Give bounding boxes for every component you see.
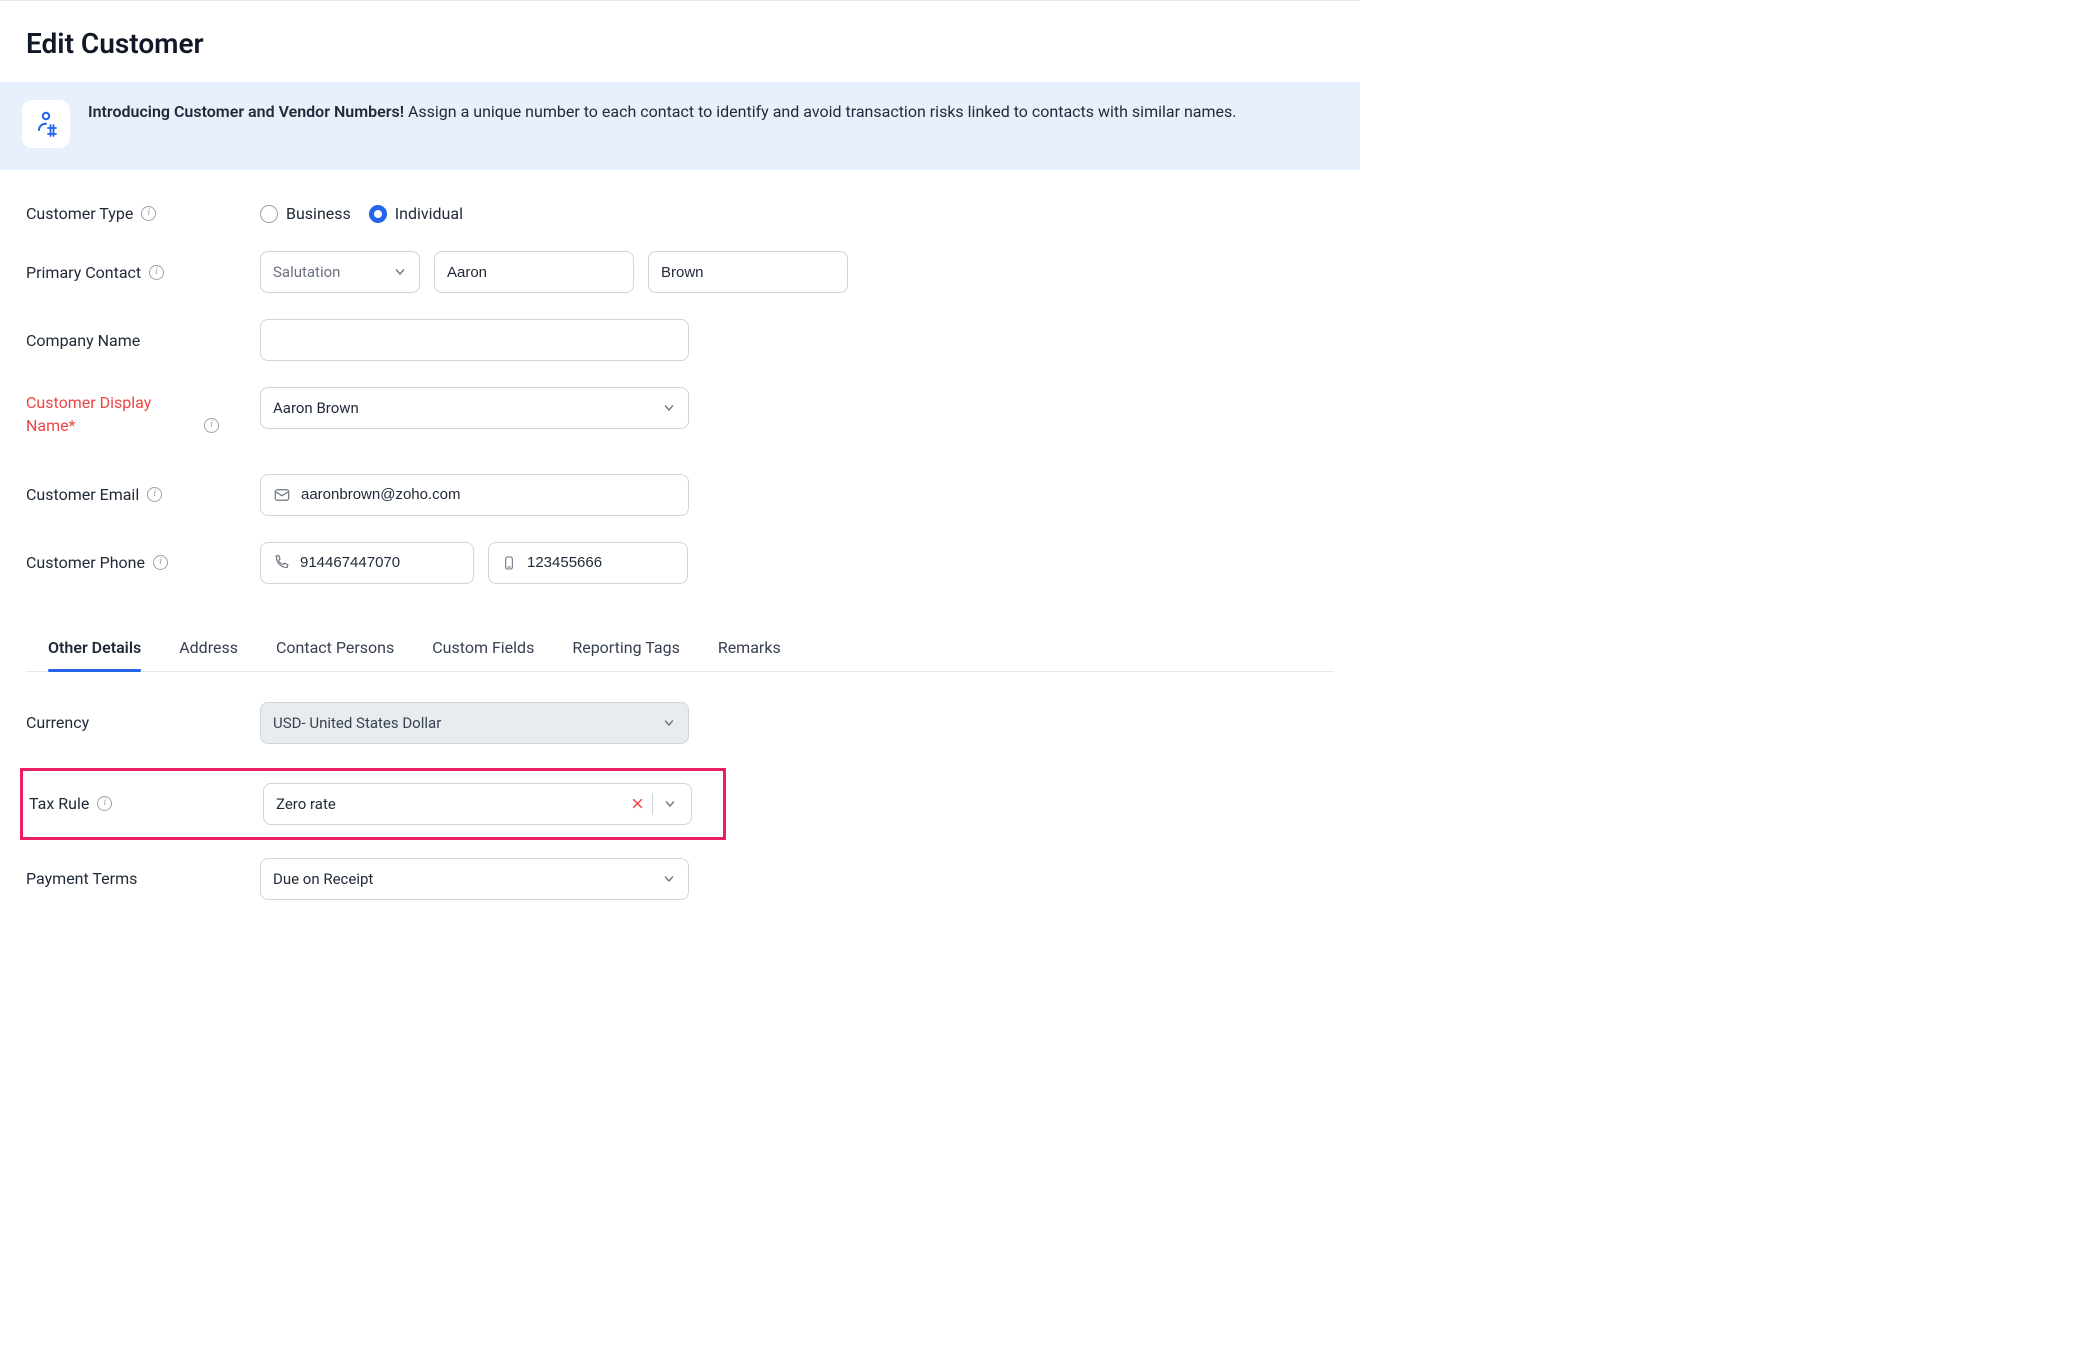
first-name-field[interactable] bbox=[447, 264, 621, 281]
chevron-down-icon bbox=[662, 872, 676, 886]
radio-icon bbox=[260, 205, 278, 223]
label-customer-phone: Customer Phone i bbox=[26, 551, 260, 574]
label-text: Payment Terms bbox=[26, 867, 137, 890]
phone-icon bbox=[273, 554, 290, 571]
info-icon[interactable]: i bbox=[149, 265, 164, 280]
label-payment-terms: Payment Terms bbox=[26, 867, 260, 890]
label-text: Customer Email bbox=[26, 483, 139, 506]
info-icon[interactable]: i bbox=[147, 487, 162, 502]
info-icon[interactable]: i bbox=[153, 555, 168, 570]
work-phone-field[interactable] bbox=[300, 554, 461, 571]
tab-address[interactable]: Address bbox=[179, 628, 238, 671]
label-currency: Currency bbox=[26, 711, 260, 734]
chevron-down-icon bbox=[662, 401, 676, 415]
customer-type-radio-group: Business Individual bbox=[260, 204, 463, 223]
label-customer-email: Customer Email i bbox=[26, 483, 260, 506]
select-value: Aaron Brown bbox=[273, 399, 652, 417]
label-text: Customer Phone bbox=[26, 551, 145, 574]
salutation-select[interactable]: Salutation bbox=[260, 251, 420, 293]
select-value: Zero rate bbox=[264, 795, 623, 813]
label-display-name: Customer Display Name* i bbox=[26, 387, 260, 437]
label-primary-contact: Primary Contact i bbox=[26, 261, 260, 284]
tab-remarks[interactable]: Remarks bbox=[718, 628, 781, 671]
tab-contact-persons[interactable]: Contact Persons bbox=[276, 628, 394, 671]
contact-number-icon bbox=[33, 110, 59, 138]
last-name-field[interactable] bbox=[661, 264, 835, 281]
mobile-phone-field[interactable] bbox=[527, 554, 675, 571]
radio-business[interactable]: Business bbox=[260, 204, 351, 223]
radio-icon bbox=[369, 205, 387, 223]
last-name-input[interactable] bbox=[648, 251, 848, 293]
info-icon[interactable]: i bbox=[204, 418, 219, 433]
chevron-down-icon bbox=[393, 265, 407, 279]
row-customer-type: Customer Type i Business Individual bbox=[26, 202, 1334, 225]
page-title: Edit Customer bbox=[0, 1, 1360, 82]
mobile-phone-input[interactable] bbox=[488, 542, 688, 584]
email-input[interactable] bbox=[260, 474, 689, 516]
company-name-input[interactable] bbox=[260, 319, 689, 361]
label-customer-type: Customer Type i bbox=[26, 202, 260, 225]
label-tax-rule: Tax Rule i bbox=[29, 792, 263, 815]
label-text: Currency bbox=[26, 711, 89, 734]
display-name-select[interactable]: Aaron Brown bbox=[260, 387, 689, 429]
select-value: USD- United States Dollar bbox=[273, 714, 652, 732]
label-company-name: Company Name bbox=[26, 329, 260, 352]
row-display-name: Customer Display Name* i Aaron Brown bbox=[26, 387, 1334, 437]
row-company-name: Company Name bbox=[26, 319, 1334, 361]
tab-custom-fields[interactable]: Custom Fields bbox=[432, 628, 534, 671]
clear-icon[interactable] bbox=[623, 797, 652, 810]
mobile-icon bbox=[501, 555, 517, 571]
email-field[interactable] bbox=[301, 486, 676, 503]
row-customer-phone: Customer Phone i bbox=[26, 542, 1334, 584]
radio-label: Individual bbox=[395, 204, 463, 223]
work-phone-input[interactable] bbox=[260, 542, 474, 584]
select-placeholder: Salutation bbox=[273, 263, 383, 281]
payment-terms-select[interactable]: Due on Receipt bbox=[260, 858, 689, 900]
tabs: Other Details Address Contact Persons Cu… bbox=[26, 628, 1334, 672]
banner-bold: Introducing Customer and Vendor Numbers! bbox=[88, 102, 404, 121]
banner-rest: Assign a unique number to each contact t… bbox=[404, 102, 1237, 121]
chevron-down-icon[interactable] bbox=[655, 797, 681, 811]
row-currency: Currency USD- United States Dollar bbox=[26, 702, 1334, 744]
chevron-down-icon bbox=[662, 716, 676, 730]
row-customer-email: Customer Email i bbox=[26, 474, 1334, 516]
currency-select[interactable]: USD- United States Dollar bbox=[260, 702, 689, 744]
label-text: Customer Display Name* bbox=[26, 391, 196, 437]
label-text: Customer Type bbox=[26, 202, 133, 225]
banner-icon-wrap bbox=[22, 100, 70, 148]
tax-rule-select[interactable]: Zero rate bbox=[263, 783, 692, 825]
company-name-field[interactable] bbox=[273, 332, 676, 349]
label-text: Primary Contact bbox=[26, 261, 141, 284]
combo-actions bbox=[623, 784, 691, 824]
first-name-input[interactable] bbox=[434, 251, 634, 293]
row-tax-rule: Tax Rule i Zero rate bbox=[29, 783, 711, 825]
info-icon[interactable]: i bbox=[97, 796, 112, 811]
divider bbox=[652, 793, 653, 815]
tax-rule-highlight: Tax Rule i Zero rate bbox=[20, 768, 726, 840]
row-primary-contact: Primary Contact i Salutation bbox=[26, 251, 1334, 293]
info-icon[interactable]: i bbox=[141, 206, 156, 221]
label-text: Company Name bbox=[26, 329, 140, 352]
radio-individual[interactable]: Individual bbox=[369, 204, 463, 223]
info-banner: Introducing Customer and Vendor Numbers!… bbox=[0, 82, 1360, 170]
row-payment-terms: Payment Terms Due on Receipt bbox=[26, 858, 1334, 900]
tabs-container: Other Details Address Contact Persons Cu… bbox=[26, 628, 1334, 672]
banner-text: Introducing Customer and Vendor Numbers!… bbox=[88, 100, 1237, 125]
radio-label: Business bbox=[286, 204, 351, 223]
tab-reporting-tags[interactable]: Reporting Tags bbox=[572, 628, 679, 671]
tab-other-details[interactable]: Other Details bbox=[48, 628, 141, 671]
select-value: Due on Receipt bbox=[273, 870, 652, 888]
label-text: Tax Rule bbox=[29, 792, 89, 815]
mail-icon bbox=[273, 486, 291, 504]
